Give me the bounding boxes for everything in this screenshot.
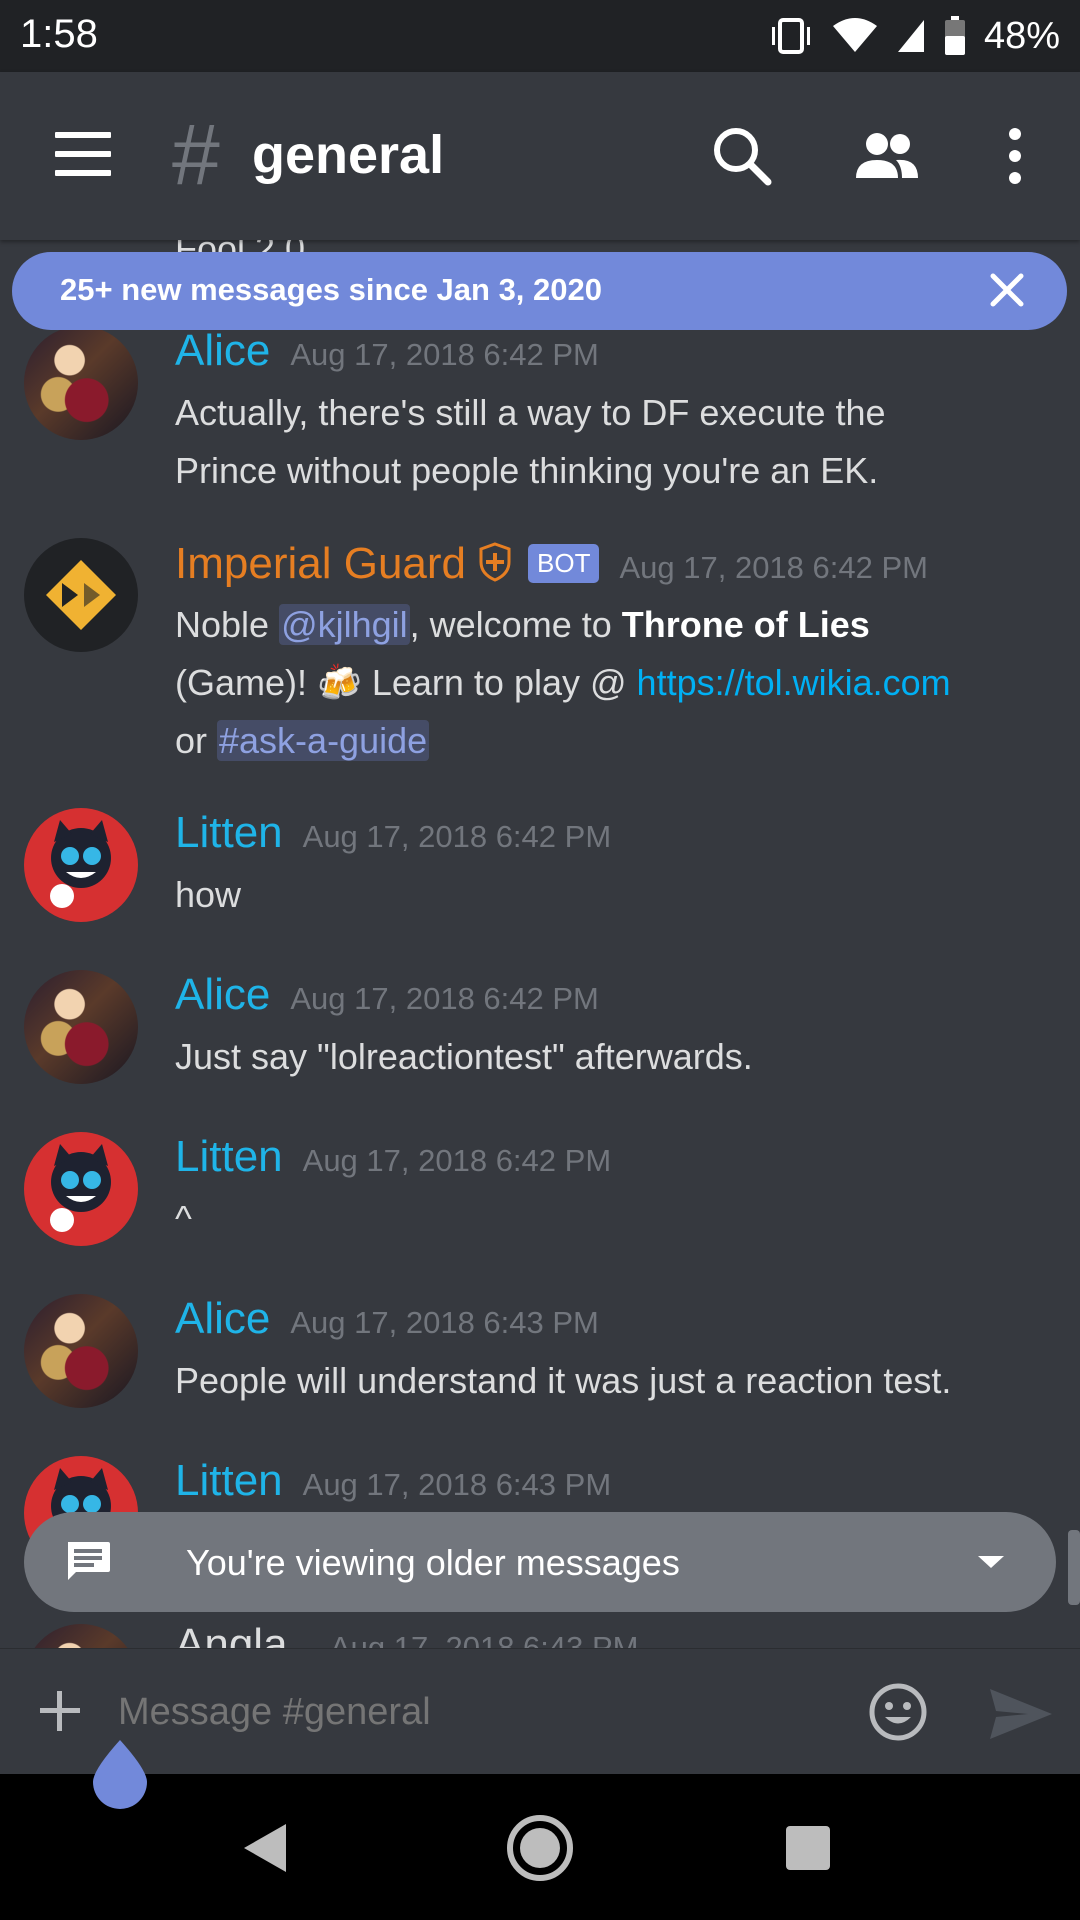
- back-icon[interactable]: [228, 1810, 304, 1886]
- game-name: Throne of Lies: [621, 604, 870, 645]
- chat-icon: [68, 1542, 110, 1580]
- close-icon[interactable]: [987, 270, 1027, 310]
- avatar[interactable]: [24, 538, 138, 652]
- emoji-icon[interactable]: [868, 1682, 928, 1742]
- scrollbar-thumb[interactable]: [1068, 1530, 1080, 1605]
- message-timestamp: Aug 17, 2018 6:43 PM: [290, 1305, 599, 1340]
- chevron-down-icon[interactable]: [978, 1556, 1004, 1568]
- battery-icon: [944, 16, 965, 55]
- channel-hash-icon: #: [172, 107, 220, 203]
- message-author[interactable]: Litten: [175, 808, 283, 858]
- message-author[interactable]: Alice: [175, 970, 270, 1020]
- older-messages-text: You're viewing older messages: [186, 1542, 680, 1583]
- message-author[interactable]: Alice: [175, 1294, 270, 1344]
- user-mention[interactable]: @kjlhgil: [279, 604, 410, 645]
- message-composer: [0, 1648, 1080, 1774]
- message-content: Noble @kjlhgil, welcome to Throne of Lie…: [175, 604, 951, 761]
- home-icon[interactable]: [502, 1810, 578, 1886]
- message-content: People will understand it was just a rea…: [175, 1360, 952, 1401]
- navigation-bar: [0, 1774, 1080, 1920]
- message-author[interactable]: Alice: [175, 326, 270, 376]
- wifi-icon: [832, 18, 877, 52]
- message-timestamp: Aug 17, 2018 6:43 PM: [302, 1467, 612, 1502]
- message-timestamp: Aug 17, 2018 6:42 PM: [290, 981, 599, 1016]
- new-messages-banner[interactable]: 25+ new messages since Jan 3, 2020: [12, 252, 1067, 330]
- older-messages-bar[interactable]: You're viewing older messages: [24, 1512, 1056, 1612]
- search-icon[interactable]: [708, 122, 778, 192]
- partial-message: Angla Aug 17, 2018 6:43 PM: [0, 1612, 1080, 1648]
- plus-icon[interactable]: [38, 1689, 82, 1733]
- message-timestamp: Aug 17, 2018 6:42 PM: [302, 1143, 612, 1178]
- message-author[interactable]: Litten: [175, 1456, 283, 1506]
- message-timestamp: Aug 17, 2018 6:42 PM: [302, 819, 612, 854]
- message-content: ^: [175, 1198, 192, 1239]
- beers-emoji: 🍻: [317, 662, 362, 703]
- avatar[interactable]: [24, 970, 138, 1084]
- battery-percent: 48%: [983, 14, 1060, 57]
- avatar[interactable]: [24, 1294, 138, 1408]
- new-messages-text: 25+ new messages since Jan 3, 2020: [60, 272, 603, 307]
- message-content: Just say "lolreactiontest" afterwards.: [175, 1036, 753, 1077]
- channel-title: general: [252, 125, 445, 185]
- status-time: 1:58: [20, 12, 98, 56]
- cursor-drop-icon: [93, 1740, 147, 1809]
- bot-logo-icon: [46, 560, 116, 630]
- message-author[interactable]: Imperial Guard: [175, 539, 466, 589]
- avatar[interactable]: [24, 808, 138, 922]
- vibrate-icon: [771, 18, 810, 54]
- message-timestamp: Aug 17, 2018 6:42 PM: [290, 337, 599, 372]
- overflow-icon[interactable]: [1000, 122, 1030, 192]
- menu-icon[interactable]: [55, 132, 111, 176]
- avatar[interactable]: [24, 1624, 138, 1648]
- avatar[interactable]: [24, 326, 138, 440]
- bot-tag: BOT: [528, 544, 600, 583]
- avatar[interactable]: [24, 1132, 138, 1246]
- recents-icon[interactable]: [770, 1810, 846, 1886]
- message-input[interactable]: [118, 1679, 818, 1745]
- status-bar: 1:58 48%: [0, 0, 1080, 72]
- channel-mention[interactable]: #ask-a-guide: [217, 720, 430, 761]
- signal-icon: [897, 20, 924, 52]
- wiki-link[interactable]: https://tol.wikia.com: [637, 662, 951, 703]
- message-author[interactable]: Angla: [175, 1620, 288, 1648]
- members-icon[interactable]: [852, 122, 922, 192]
- message-timestamp: Aug 17, 2018 6:42 PM: [619, 550, 928, 585]
- channel-header: # general: [0, 72, 1080, 240]
- shield-icon: [479, 542, 511, 582]
- message-timestamp: Aug 17, 2018 6:43 PM: [330, 1630, 639, 1648]
- send-icon[interactable]: [988, 1687, 1054, 1741]
- message-content: Actually, there's still a way to DF exec…: [175, 392, 886, 491]
- message-content: how: [175, 874, 242, 915]
- message-author[interactable]: Litten: [175, 1132, 283, 1182]
